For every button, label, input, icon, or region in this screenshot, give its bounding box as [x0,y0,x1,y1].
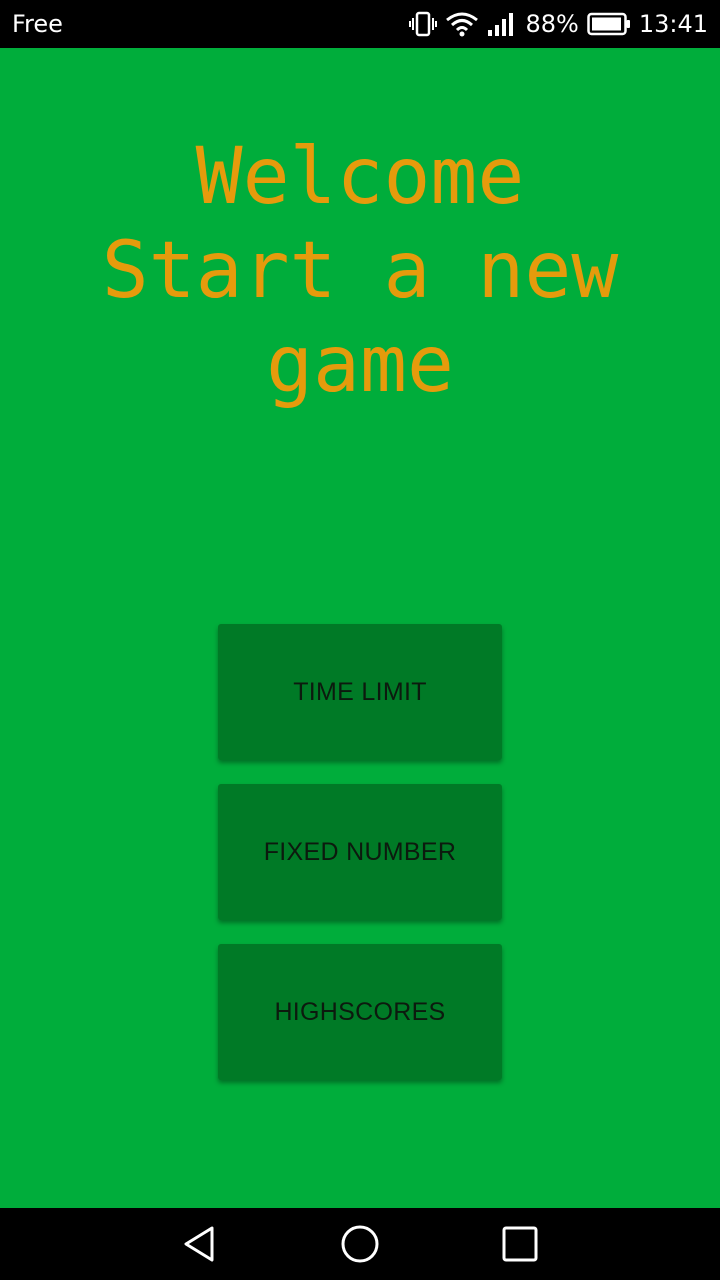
status-bar: Free 88% 13:41 [0,0,720,48]
signal-icon [487,10,517,38]
highscores-button[interactable]: HIGHSCORES [218,944,502,1080]
fixed-number-button[interactable]: FIXED NUMBER [218,784,502,920]
vibrate-icon [409,10,438,38]
home-icon[interactable] [340,1224,380,1264]
clock: 13:41 [638,10,708,38]
navigation-bar [0,1208,720,1280]
wifi-icon [445,10,479,38]
recents-icon[interactable] [500,1224,540,1264]
time-limit-button[interactable]: TIME LIMIT [218,624,502,760]
title-line: Start a new [101,226,619,316]
app-screen: Welcome Start a new game TIME LIMIT FIXE… [0,48,720,1208]
battery-percent: 88% [525,10,579,38]
title-line: Welcome [195,132,525,222]
status-icons: 88% 13:41 [409,10,708,38]
carrier-name: Free [12,10,63,38]
battery-icon [587,11,631,37]
welcome-title: Welcome Start a new game [0,130,720,412]
title-line: game [266,320,454,410]
back-icon[interactable] [180,1224,220,1264]
